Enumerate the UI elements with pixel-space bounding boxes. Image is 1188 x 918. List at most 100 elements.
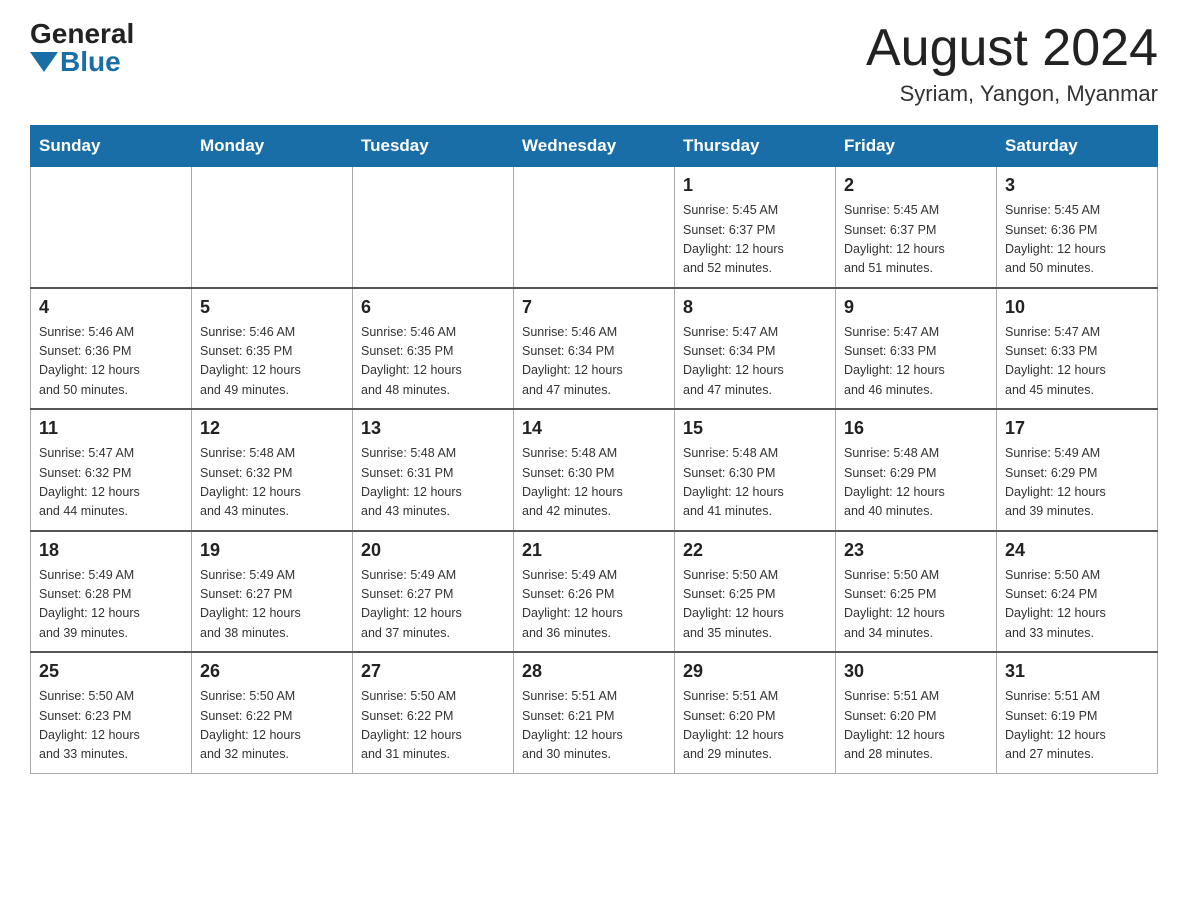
day-info: Sunrise: 5:45 AMSunset: 6:37 PMDaylight:… bbox=[844, 201, 988, 279]
logo: General Blue bbox=[30, 20, 134, 76]
calendar-cell: 31Sunrise: 5:51 AMSunset: 6:19 PMDayligh… bbox=[997, 652, 1158, 773]
calendar-subtitle: Syriam, Yangon, Myanmar bbox=[866, 81, 1158, 107]
logo-blue-text: Blue bbox=[60, 48, 121, 76]
calendar-cell: 5 Sunrise: 5:46 AMSunset: 6:35 PMDaylight… bbox=[192, 288, 353, 410]
day-number: 25 bbox=[39, 661, 183, 682]
header-monday: Monday bbox=[192, 126, 353, 167]
day-info: Sunrise: 5:50 AMSunset: 6:22 PMDaylight:… bbox=[361, 687, 505, 765]
day-info: Sunrise: 5:50 AMSunset: 6:25 PMDaylight:… bbox=[683, 566, 827, 644]
calendar-cell: 1Sunrise: 5:45 AMSunset: 6:37 PMDaylight… bbox=[675, 167, 836, 288]
day-number: 9 bbox=[844, 297, 988, 318]
logo-blue-row: Blue bbox=[30, 48, 121, 76]
day-number: 22 bbox=[683, 540, 827, 561]
calendar-cell: 7 Sunrise: 5:46 AMSunset: 6:34 PMDaylight… bbox=[514, 288, 675, 410]
header-friday: Friday bbox=[836, 126, 997, 167]
day-info: Sunrise: 5:47 AMSunset: 6:33 PMDaylight:… bbox=[1005, 323, 1149, 401]
day-number: 31 bbox=[1005, 661, 1149, 682]
calendar-cell: 4 Sunrise: 5:46 AMSunset: 6:36 PMDaylight… bbox=[31, 288, 192, 410]
day-number: 3 bbox=[1005, 175, 1149, 196]
calendar-cell: 9 Sunrise: 5:47 AMSunset: 6:33 PMDaylight… bbox=[836, 288, 997, 410]
day-number: 21 bbox=[522, 540, 666, 561]
day-number: 11 bbox=[39, 418, 183, 439]
day-number: 1 bbox=[683, 175, 827, 196]
title-block: August 2024 Syriam, Yangon, Myanmar bbox=[866, 20, 1158, 107]
calendar-cell: 22 Sunrise: 5:50 AMSunset: 6:25 PMDayligh… bbox=[675, 531, 836, 653]
day-number: 28 bbox=[522, 661, 666, 682]
calendar-cell: 12Sunrise: 5:48 AMSunset: 6:32 PMDayligh… bbox=[192, 409, 353, 531]
day-info: Sunrise: 5:46 AMSunset: 6:35 PMDaylight:… bbox=[200, 323, 344, 401]
day-info: Sunrise: 5:49 AMSunset: 6:27 PMDaylight:… bbox=[200, 566, 344, 644]
day-number: 16 bbox=[844, 418, 988, 439]
day-number: 29 bbox=[683, 661, 827, 682]
calendar-cell: 10Sunrise: 5:47 AMSunset: 6:33 PMDayligh… bbox=[997, 288, 1158, 410]
calendar-cell bbox=[31, 167, 192, 288]
day-info: Sunrise: 5:47 AMSunset: 6:34 PMDaylight:… bbox=[683, 323, 827, 401]
day-number: 5 bbox=[200, 297, 344, 318]
calendar-cell bbox=[192, 167, 353, 288]
calendar-cell: 20 Sunrise: 5:49 AMSunset: 6:27 PMDayligh… bbox=[353, 531, 514, 653]
calendar-cell: 3 Sunrise: 5:45 AMSunset: 6:36 PMDaylight… bbox=[997, 167, 1158, 288]
day-info: Sunrise: 5:46 AMSunset: 6:34 PMDaylight:… bbox=[522, 323, 666, 401]
calendar-cell: 25 Sunrise: 5:50 AMSunset: 6:23 PMDayligh… bbox=[31, 652, 192, 773]
day-info: Sunrise: 5:51 AMSunset: 6:21 PMDaylight:… bbox=[522, 687, 666, 765]
calendar-cell: 16Sunrise: 5:48 AMSunset: 6:29 PMDayligh… bbox=[836, 409, 997, 531]
calendar-cell: 27 Sunrise: 5:50 AMSunset: 6:22 PMDayligh… bbox=[353, 652, 514, 773]
day-number: 6 bbox=[361, 297, 505, 318]
day-number: 7 bbox=[522, 297, 666, 318]
calendar-week-row: 11 Sunrise: 5:47 AMSunset: 6:32 PMDayligh… bbox=[31, 409, 1158, 531]
day-number: 19 bbox=[200, 540, 344, 561]
page-header: General Blue August 2024 Syriam, Yangon,… bbox=[30, 20, 1158, 107]
day-info: Sunrise: 5:50 AMSunset: 6:24 PMDaylight:… bbox=[1005, 566, 1149, 644]
logo-general-text: General bbox=[30, 20, 134, 48]
day-info: Sunrise: 5:50 AMSunset: 6:22 PMDaylight:… bbox=[200, 687, 344, 765]
calendar-table: SundayMondayTuesdayWednesdayThursdayFrid… bbox=[30, 125, 1158, 774]
day-number: 17 bbox=[1005, 418, 1149, 439]
day-info: Sunrise: 5:48 AMSunset: 6:31 PMDaylight:… bbox=[361, 444, 505, 522]
calendar-cell bbox=[514, 167, 675, 288]
calendar-title: August 2024 bbox=[866, 20, 1158, 77]
calendar-cell: 23Sunrise: 5:50 AMSunset: 6:25 PMDayligh… bbox=[836, 531, 997, 653]
day-info: Sunrise: 5:51 AMSunset: 6:20 PMDaylight:… bbox=[844, 687, 988, 765]
calendar-cell: 19 Sunrise: 5:49 AMSunset: 6:27 PMDayligh… bbox=[192, 531, 353, 653]
calendar-week-row: 18Sunrise: 5:49 AMSunset: 6:28 PMDayligh… bbox=[31, 531, 1158, 653]
calendar-cell: 26Sunrise: 5:50 AMSunset: 6:22 PMDayligh… bbox=[192, 652, 353, 773]
day-number: 27 bbox=[361, 661, 505, 682]
day-number: 13 bbox=[361, 418, 505, 439]
day-info: Sunrise: 5:46 AMSunset: 6:36 PMDaylight:… bbox=[39, 323, 183, 401]
day-number: 2 bbox=[844, 175, 988, 196]
calendar-cell: 18Sunrise: 5:49 AMSunset: 6:28 PMDayligh… bbox=[31, 531, 192, 653]
calendar-cell: 14Sunrise: 5:48 AMSunset: 6:30 PMDayligh… bbox=[514, 409, 675, 531]
day-info: Sunrise: 5:47 AMSunset: 6:33 PMDaylight:… bbox=[844, 323, 988, 401]
calendar-cell: 24 Sunrise: 5:50 AMSunset: 6:24 PMDayligh… bbox=[997, 531, 1158, 653]
day-number: 30 bbox=[844, 661, 988, 682]
calendar-cell: 2 Sunrise: 5:45 AMSunset: 6:37 PMDaylight… bbox=[836, 167, 997, 288]
day-info: Sunrise: 5:51 AMSunset: 6:20 PMDaylight:… bbox=[683, 687, 827, 765]
day-number: 15 bbox=[683, 418, 827, 439]
calendar-week-row: 1 Sunrise: 5:45 AMSunset: 6:37 PMDaylight… bbox=[31, 167, 1158, 288]
day-info: Sunrise: 5:46 AMSunset: 6:35 PMDaylight:… bbox=[361, 323, 505, 401]
calendar-cell bbox=[353, 167, 514, 288]
calendar-week-row: 4 Sunrise: 5:46 AMSunset: 6:36 PMDaylight… bbox=[31, 288, 1158, 410]
calendar-week-row: 25 Sunrise: 5:50 AMSunset: 6:23 PMDayligh… bbox=[31, 652, 1158, 773]
day-info: Sunrise: 5:50 AMSunset: 6:25 PMDaylight:… bbox=[844, 566, 988, 644]
day-info: Sunrise: 5:48 AMSunset: 6:30 PMDaylight:… bbox=[683, 444, 827, 522]
day-info: Sunrise: 5:50 AMSunset: 6:23 PMDaylight:… bbox=[39, 687, 183, 765]
logo-triangle-icon bbox=[30, 52, 58, 72]
day-info: Sunrise: 5:49 AMSunset: 6:27 PMDaylight:… bbox=[361, 566, 505, 644]
calendar-cell: 28 Sunrise: 5:51 AMSunset: 6:21 PMDayligh… bbox=[514, 652, 675, 773]
day-number: 20 bbox=[361, 540, 505, 561]
day-info: Sunrise: 5:49 AMSunset: 6:28 PMDaylight:… bbox=[39, 566, 183, 644]
day-info: Sunrise: 5:49 AMSunset: 6:29 PMDaylight:… bbox=[1005, 444, 1149, 522]
header-saturday: Saturday bbox=[997, 126, 1158, 167]
header-sunday: Sunday bbox=[31, 126, 192, 167]
day-number: 14 bbox=[522, 418, 666, 439]
day-info: Sunrise: 5:45 AMSunset: 6:36 PMDaylight:… bbox=[1005, 201, 1149, 279]
day-number: 4 bbox=[39, 297, 183, 318]
day-number: 24 bbox=[1005, 540, 1149, 561]
day-number: 8 bbox=[683, 297, 827, 318]
day-info: Sunrise: 5:47 AMSunset: 6:32 PMDaylight:… bbox=[39, 444, 183, 522]
calendar-cell: 15 Sunrise: 5:48 AMSunset: 6:30 PMDayligh… bbox=[675, 409, 836, 531]
calendar-header-row: SundayMondayTuesdayWednesdayThursdayFrid… bbox=[31, 126, 1158, 167]
calendar-cell: 6 Sunrise: 5:46 AMSunset: 6:35 PMDaylight… bbox=[353, 288, 514, 410]
day-info: Sunrise: 5:49 AMSunset: 6:26 PMDaylight:… bbox=[522, 566, 666, 644]
